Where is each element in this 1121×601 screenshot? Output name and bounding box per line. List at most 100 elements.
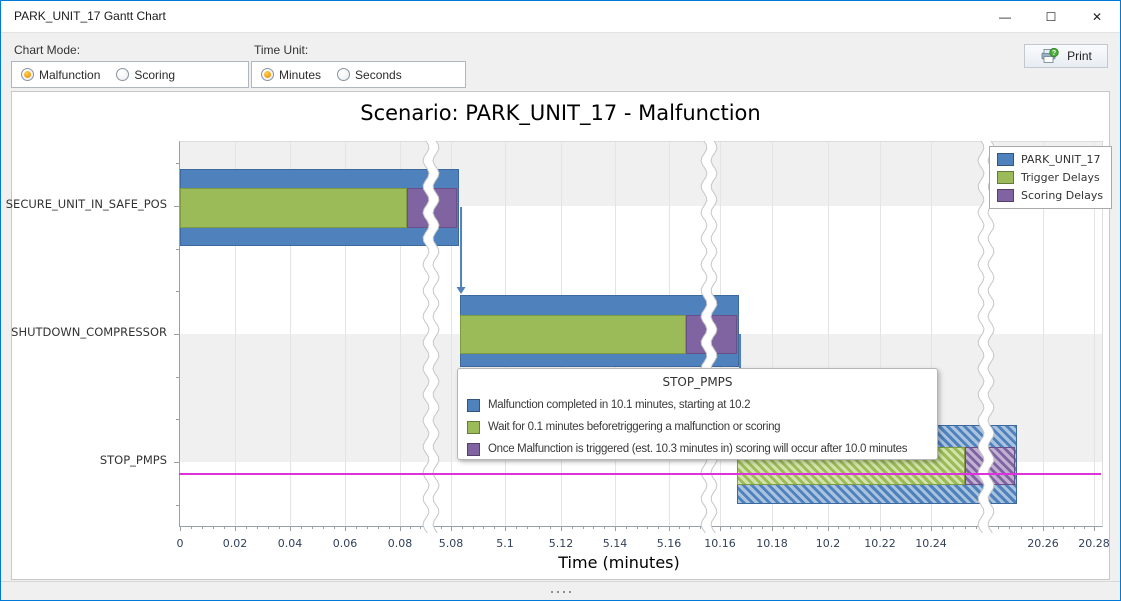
legend-item: Trigger Delays <box>997 171 1103 184</box>
x-axis-minor-tick <box>378 526 379 529</box>
gantt-bar-scoring-delay[interactable] <box>686 315 737 354</box>
window-title: PARK_UNIT_17 Gantt Chart <box>14 9 166 23</box>
x-axis-tick <box>669 526 670 531</box>
chart-mode-label: Chart Mode: <box>14 43 80 57</box>
category-label: SHUTDOWN_COMPRESSOR <box>1 325 167 339</box>
x-axis-tick <box>345 526 346 531</box>
tooltip-line: Wait for 0.1 minutes beforetriggering a … <box>467 416 928 438</box>
x-axis-tick <box>615 526 616 531</box>
print-icon: ? <box>1040 48 1059 64</box>
tooltip-swatch <box>467 421 480 434</box>
gantt-bar-trigger-delay[interactable] <box>180 188 407 228</box>
splitter-dot <box>557 591 559 593</box>
x-axis-minor-tick <box>1053 526 1054 529</box>
y-axis-minor-tick <box>176 291 180 292</box>
x-axis-minor-tick <box>202 526 203 529</box>
x-axis-minor-tick <box>890 526 891 529</box>
radio-label: Minutes <box>279 68 321 82</box>
x-axis-minor-tick <box>700 526 701 529</box>
tooltip-swatch <box>467 399 480 412</box>
x-axis-tick <box>451 526 452 531</box>
x-axis-minor-tick <box>762 526 763 529</box>
x-axis-minor-tick <box>441 526 442 529</box>
x-axis-minor-tick <box>911 526 912 529</box>
tooltip-title: STOP_PMPS <box>467 375 928 389</box>
x-axis-minor-tick <box>817 526 818 529</box>
y-axis-minor-tick <box>176 163 180 164</box>
x-axis-minor-tick <box>658 526 659 529</box>
x-axis-minor-tick <box>976 526 977 529</box>
x-axis-minor-tick <box>473 526 474 529</box>
x-tick-label: 5.12 <box>549 537 574 550</box>
x-axis-minor-tick <box>483 526 484 529</box>
time-unit-minutes-radio[interactable]: Minutes <box>261 68 321 82</box>
splitter-handle[interactable] <box>1 581 1120 601</box>
x-axis-tick <box>561 526 562 531</box>
minimize-button[interactable]: — <box>982 1 1028 32</box>
chart-mode-scoring-radio[interactable]: Scoring <box>116 68 175 82</box>
x-tick-label: 20.28 <box>1078 537 1110 550</box>
gantt-bar-trigger-delay[interactable] <box>460 315 686 354</box>
x-axis-minor-tick <box>1063 526 1064 529</box>
radio-label: Malfunction <box>39 68 100 82</box>
x-axis-minor-tick <box>730 526 731 529</box>
y-axis-minor-tick <box>176 419 180 420</box>
x-axis-minor-tick <box>794 526 795 529</box>
time-unit-seconds-radio[interactable]: Seconds <box>337 68 402 82</box>
chart-mode-malfunction-radio[interactable]: Malfunction <box>21 68 100 82</box>
x-axis-minor-tick <box>942 526 943 529</box>
x-axis-tick <box>828 526 829 531</box>
x-axis-tick <box>772 526 773 531</box>
x-axis-minor-tick <box>268 526 269 529</box>
radio-icon <box>116 68 129 81</box>
x-axis-minor-tick <box>1009 526 1010 529</box>
x-axis-minor-tick <box>312 526 313 529</box>
radio-icon <box>337 68 350 81</box>
svg-text:?: ? <box>1052 50 1056 57</box>
x-axis-minor-tick <box>583 526 584 529</box>
x-axis-minor-tick <box>849 526 850 529</box>
legend-item: Scoring Delays <box>997 189 1103 202</box>
window: PARK_UNIT_17 Gantt Chart —☐✕ Chart Mode:… <box>0 0 1121 601</box>
x-tick-label: 10.2 <box>816 537 841 550</box>
x-axis-minor-tick <box>224 526 225 529</box>
scoring-marker-line <box>179 473 1101 475</box>
x-axis-tick <box>235 526 236 531</box>
x-axis-minor-tick <box>965 526 966 529</box>
x-axis-minor-tick <box>783 526 784 529</box>
x-axis-minor-tick <box>838 526 839 529</box>
radio-label: Seconds <box>355 68 402 82</box>
x-axis-minor-tick <box>679 526 680 529</box>
x-axis-minor-tick <box>431 526 432 529</box>
print-button[interactable]: ? Print <box>1024 44 1108 68</box>
radio-icon <box>21 68 34 81</box>
x-axis-minor-tick <box>593 526 594 529</box>
gantt-bar-scoring-delay[interactable] <box>407 188 457 228</box>
x-axis-minor-tick <box>410 526 411 529</box>
x-axis-minor-tick <box>953 526 954 529</box>
close-button[interactable]: ✕ <box>1074 1 1120 32</box>
maximize-button[interactable]: ☐ <box>1028 1 1074 32</box>
tooltip-line: Malfunction completed in 10.1 minutes, s… <box>467 394 928 416</box>
x-axis-minor-tick <box>626 526 627 529</box>
tooltip-swatch <box>467 443 480 456</box>
x-axis-minor-tick <box>1032 526 1033 529</box>
category-label: SECURE_UNIT_IN_SAFE_POS <box>1 197 167 211</box>
x-axis-minor-tick <box>420 526 421 529</box>
legend-label: Trigger Delays <box>1021 171 1100 184</box>
x-axis-minor-tick <box>710 526 711 529</box>
x-axis-tick <box>880 526 881 531</box>
x-axis-minor-tick <box>751 526 752 529</box>
gantt-bar-scoring-delay[interactable] <box>965 447 1015 485</box>
x-tick-label: 10.22 <box>864 537 896 550</box>
x-axis-minor-tick <box>689 526 690 529</box>
x-axis-tick <box>400 526 401 531</box>
legend-swatch <box>997 153 1014 166</box>
x-axis-minor-tick <box>246 526 247 529</box>
x-axis-minor-tick <box>1074 526 1075 529</box>
x-axis-minor-tick <box>637 526 638 529</box>
x-axis-minor-tick <box>334 526 335 529</box>
x-axis-minor-tick <box>741 526 742 529</box>
x-tick-label: 10.18 <box>756 537 788 550</box>
x-axis-minor-tick <box>539 526 540 529</box>
